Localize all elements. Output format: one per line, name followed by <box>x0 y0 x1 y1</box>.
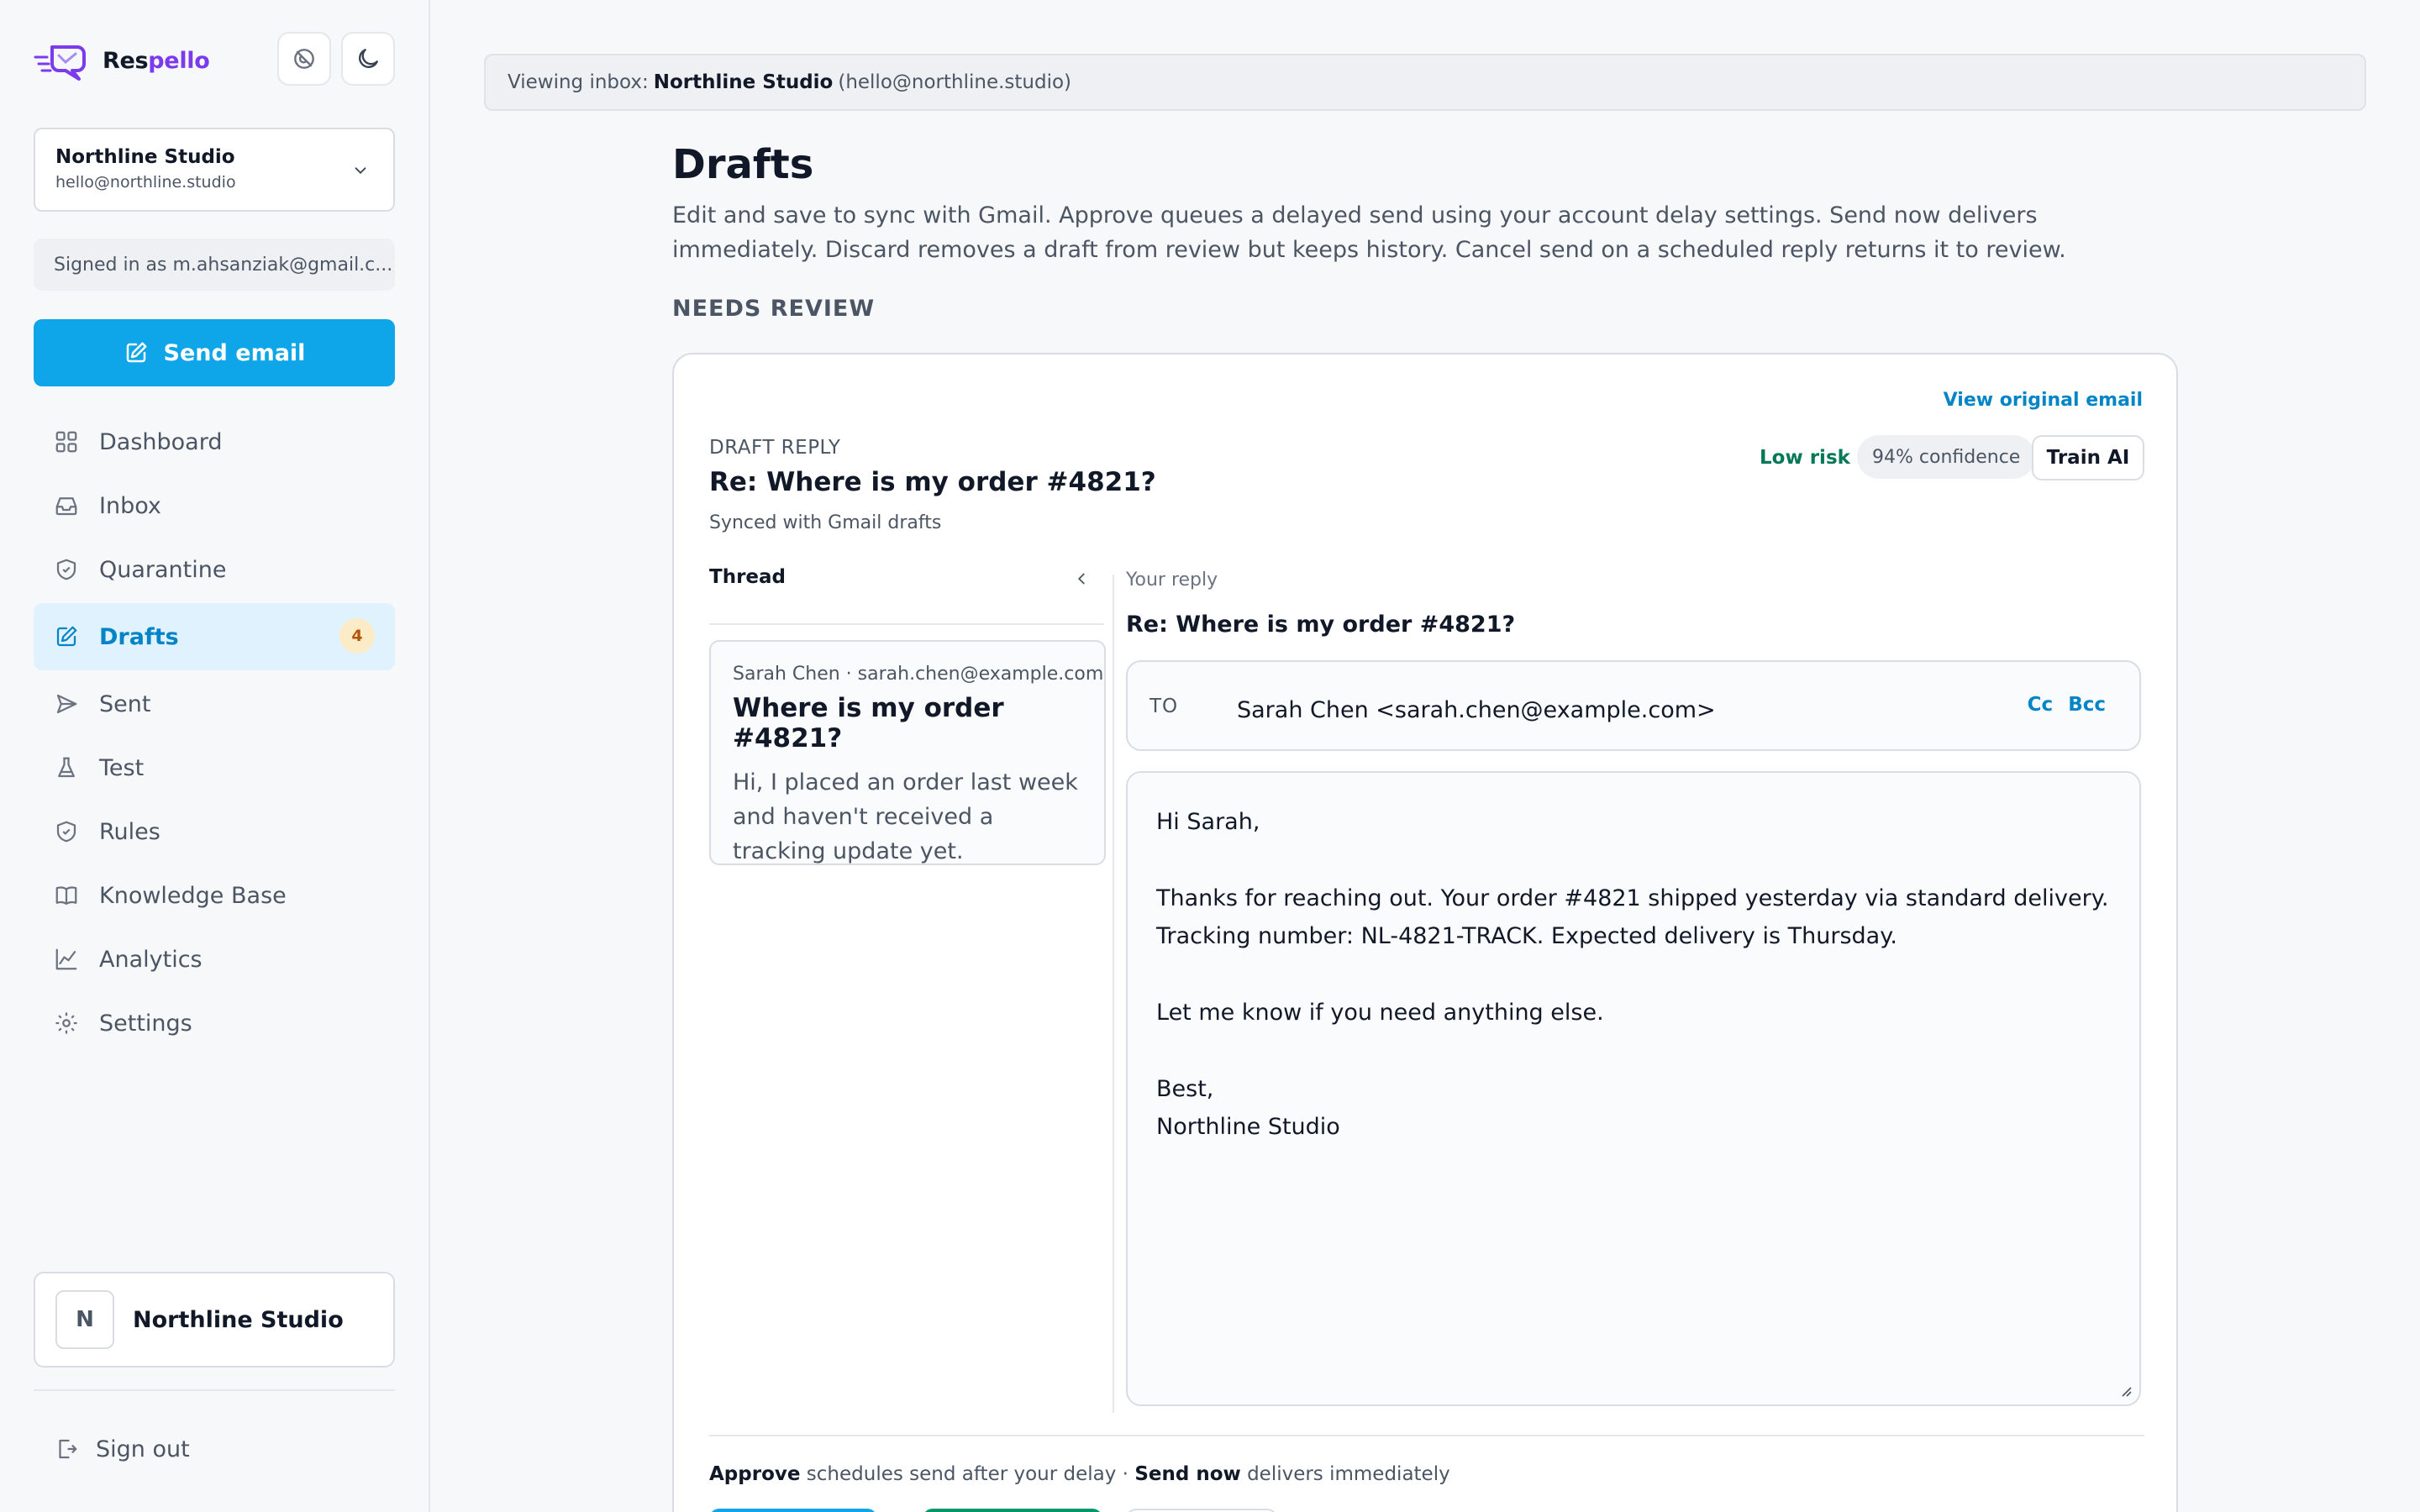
hide-images-toggle[interactable] <box>277 32 331 86</box>
draft-eyebrow: DRAFT REPLY <box>709 437 841 459</box>
account-name: Northline Studio <box>55 146 235 168</box>
grid-icon <box>55 431 77 453</box>
sign-out-button[interactable]: Sign out <box>54 1428 190 1470</box>
sidebar-item-drafts[interactable]: Drafts 4 <box>34 603 395 670</box>
confidence-badge: 94% confidence <box>1857 435 2036 479</box>
send-email-label: Send email <box>163 339 306 366</box>
inbox-icon <box>55 497 77 516</box>
risk-badge: Low risk <box>1760 447 1850 469</box>
sidebar-item-inbox[interactable]: Inbox <box>34 474 395 538</box>
divider <box>709 1435 2144 1436</box>
recipient-field[interactable]: TO Sarah Chen <sarah.chen@example.com> C… <box>1126 660 2141 751</box>
sidebar-item-label: Sent <box>99 690 151 717</box>
train-ai-button[interactable]: Train AI <box>2032 435 2144 480</box>
viewing-inbox-name: Northline Studio <box>653 71 834 93</box>
shield-check-icon <box>56 821 76 843</box>
organization-name: Northline Studio <box>133 1306 344 1333</box>
thread-heading: Thread <box>709 566 786 588</box>
draft-sync-status: Synced with Gmail drafts <box>709 512 942 533</box>
sidebar-item-label: Test <box>99 754 145 781</box>
signed-in-status: Signed in as m.ahsanziak@gmail.c... <box>34 239 395 291</box>
chart-line-icon <box>55 948 77 970</box>
send-icon <box>56 694 77 714</box>
reply-paragraph: Let me know if you need anything else. <box>1156 1000 1604 1026</box>
cc-bcc-toggles: Cc Bcc <box>2012 694 2106 716</box>
drafts-count-badge: 4 <box>339 618 375 654</box>
sidebar-item-label: Settings <box>99 1010 192 1037</box>
divider <box>34 1389 395 1391</box>
bcc-button[interactable]: Bcc <box>2068 694 2106 716</box>
eye-off-icon <box>294 49 314 69</box>
sidebar-item-test[interactable]: Test <box>34 736 395 800</box>
to-label: TO <box>1150 696 1179 717</box>
reply-signature: Northline Studio <box>1156 1114 1340 1140</box>
sidebar-item-label: Inbox <box>99 492 161 519</box>
brand-name: Respello <box>103 47 210 74</box>
send-now-button[interactable] <box>923 1509 1102 1512</box>
organization-card[interactable]: N Northline Studio <box>34 1272 395 1368</box>
thread-sender: Sarah Chen · sarah.chen@example.com <box>733 664 1104 685</box>
book-icon <box>55 886 77 906</box>
approve-button[interactable] <box>709 1509 877 1512</box>
cc-button[interactable]: Cc <box>2028 694 2054 716</box>
sign-out-icon <box>59 1439 77 1459</box>
sidebar-item-label: Drafts <box>99 623 179 650</box>
draft-card: View original email DRAFT REPLY Re: Wher… <box>672 353 2178 1512</box>
reply-paragraph: Thanks for reaching out. Your order #482… <box>1156 885 2109 949</box>
sign-out-label: Sign out <box>96 1436 190 1462</box>
sidebar: Respello Northline Studio hello@northlin… <box>0 0 430 1512</box>
chevron-down-icon <box>355 167 366 175</box>
action-hint: Approve schedules send after your delay … <box>709 1463 1450 1485</box>
draft-subject: Re: Where is my order #4821? <box>709 467 1156 497</box>
reply-greeting: Hi Sarah, <box>1156 809 1260 835</box>
chevron-left-icon[interactable] <box>1072 570 1091 588</box>
to-value: Sarah Chen <sarah.chen@example.com> <box>1237 697 1716 723</box>
avatar: N <box>55 1290 114 1349</box>
thread-subject: Where is my order #4821? <box>733 693 1004 753</box>
sidebar-item-label: Rules <box>99 818 160 845</box>
account-email: hello@northline.studio <box>55 173 236 192</box>
sidebar-item-settings[interactable]: Settings <box>34 991 395 1055</box>
moon-icon <box>359 49 378 68</box>
sidebar-item-dashboard[interactable]: Dashboard <box>34 410 395 474</box>
send-email-button[interactable]: Send email <box>34 319 395 386</box>
column-divider <box>1113 575 1114 1413</box>
thread-body: Hi, I placed an order last week and have… <box>733 769 1078 864</box>
sidebar-item-knowledge-base[interactable]: Knowledge Base <box>34 864 395 927</box>
sidebar-item-label: Dashboard <box>99 428 223 455</box>
viewing-inbox-email: (hello@northline.studio) <box>838 71 1072 93</box>
reply-label: Your reply <box>1126 570 1218 591</box>
resize-handle-icon[interactable] <box>2118 1383 2133 1398</box>
reply-body-editor[interactable]: Hi Sarah, Thanks for reaching out. Your … <box>1126 771 2141 1406</box>
section-heading: NEEDS REVIEW <box>672 296 876 322</box>
divider <box>709 623 1104 625</box>
sidebar-item-label: Analytics <box>99 946 203 973</box>
viewing-prefix: Viewing inbox: <box>508 71 649 93</box>
brand[interactable]: Respello <box>34 37 210 84</box>
sidebar-item-rules[interactable]: Rules <box>34 800 395 864</box>
view-original-email-link[interactable]: View original email <box>1944 390 2143 411</box>
sidebar-nav: Dashboard Inbox Quarantine Drafts 4 Sent… <box>34 410 395 1055</box>
shield-icon <box>56 559 76 580</box>
sidebar-item-label: Knowledge Base <box>99 882 287 909</box>
thread-message[interactable]: Sarah Chen · sarah.chen@example.com Wher… <box>709 640 1106 865</box>
reply-subject: Re: Where is my order #4821? <box>1126 612 1516 638</box>
page-title: Drafts <box>672 141 814 188</box>
compose-icon <box>126 342 147 363</box>
discard-button[interactable] <box>1126 1509 1277 1512</box>
reply-signoff: Best, <box>1156 1076 1214 1102</box>
dark-mode-toggle[interactable] <box>341 32 395 86</box>
sidebar-item-label: Quarantine <box>99 556 227 583</box>
edit-icon <box>56 626 77 647</box>
respello-logo-icon <box>34 45 86 81</box>
sidebar-item-sent[interactable]: Sent <box>34 672 395 736</box>
sidebar-item-quarantine[interactable]: Quarantine <box>34 538 395 601</box>
page-description: Edit and save to sync with Gmail. Approv… <box>672 202 2066 263</box>
sidebar-item-analytics[interactable]: Analytics <box>34 927 395 991</box>
gear-icon <box>55 1012 77 1034</box>
viewing-inbox-banner: Viewing inbox: Northline Studio (hello@n… <box>484 54 2366 111</box>
flask-icon <box>58 757 75 778</box>
account-selector[interactable]: Northline Studio hello@northline.studio <box>34 128 395 212</box>
